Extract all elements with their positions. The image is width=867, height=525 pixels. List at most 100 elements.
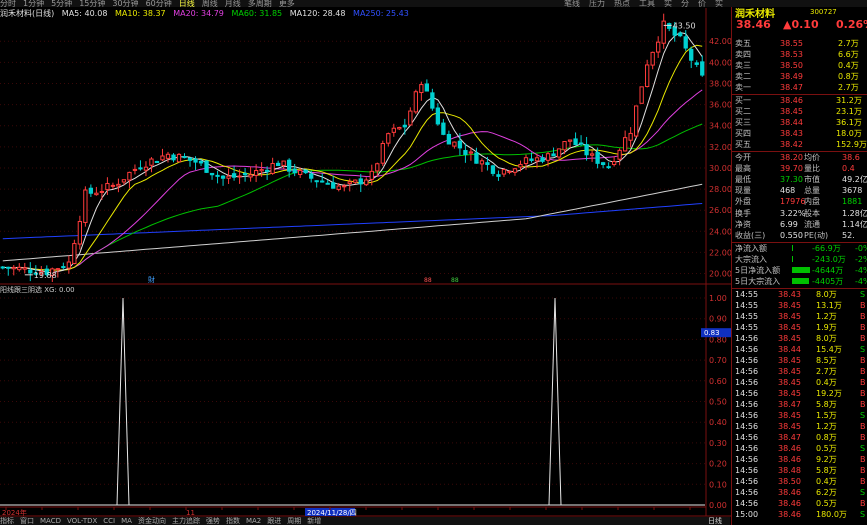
candle-body[interactable]	[110, 184, 116, 187]
candle-body[interactable]	[215, 174, 220, 177]
candle-body[interactable]	[430, 92, 435, 109]
candle-body[interactable]	[474, 152, 479, 164]
candle-body[interactable]	[606, 166, 611, 169]
candle-body[interactable]	[364, 179, 369, 186]
candle-body[interactable]	[479, 160, 485, 165]
candle-body[interactable]	[253, 170, 259, 176]
candle-body[interactable]	[490, 165, 496, 174]
indicator-tab-12[interactable]: 周期	[287, 517, 301, 525]
candle-body[interactable]	[325, 182, 330, 185]
candle-body[interactable]	[584, 144, 589, 156]
candle-body[interactable]	[408, 110, 413, 126]
candle-body[interactable]	[457, 140, 463, 149]
candle-body[interactable]	[529, 158, 534, 161]
candle-body[interactable]	[209, 172, 215, 176]
candle-body[interactable]	[127, 171, 132, 181]
candle-body[interactable]	[298, 170, 303, 175]
candle-body[interactable]	[622, 137, 628, 152]
candle-body[interactable]	[176, 153, 182, 163]
candle-body[interactable]	[303, 169, 308, 174]
candle-body[interactable]	[589, 153, 595, 156]
candle-body[interactable]	[534, 157, 540, 162]
indicator-tab-2[interactable]: MACD	[40, 517, 61, 525]
candle-body[interactable]	[331, 182, 336, 189]
candle-body[interactable]	[397, 126, 402, 130]
candle-body[interactable]	[116, 183, 121, 187]
candle-body[interactable]	[281, 160, 286, 166]
candle-body[interactable]	[17, 266, 22, 271]
candle-body[interactable]	[639, 86, 644, 104]
candle-body[interactable]	[0, 266, 5, 269]
indicator-tab-10[interactable]: MA2	[246, 517, 261, 525]
indicator-tab-1[interactable]: 窗口	[20, 517, 34, 525]
candle-body[interactable]	[105, 183, 110, 191]
candle-body[interactable]	[165, 153, 171, 159]
candle-body[interactable]	[446, 133, 452, 145]
candle-body[interactable]	[645, 64, 650, 87]
candle-body[interactable]	[121, 179, 127, 183]
candle-body[interactable]	[28, 269, 33, 274]
candle-body[interactable]	[562, 141, 567, 151]
candle-body[interactable]	[452, 141, 457, 147]
kline-chart[interactable]: 42.00 40.00 38.00 36.00 34.00 32.00 30.00 28.00…	[0, 0, 731, 525]
candle-body[interactable]	[694, 62, 699, 65]
candle-body[interactable]	[496, 174, 501, 177]
candle-body[interactable]	[72, 243, 77, 264]
candle-body[interactable]	[402, 124, 407, 128]
candle-body[interactable]	[66, 261, 71, 269]
event-marker-3[interactable]: 88	[451, 277, 459, 284]
candle-body[interactable]	[77, 221, 83, 245]
candle-body[interactable]	[375, 163, 380, 172]
indicator-tab-4[interactable]: CCI	[103, 517, 115, 525]
candle-body[interactable]	[523, 157, 529, 165]
candle-body[interactable]	[94, 192, 99, 196]
candle-body[interactable]	[275, 162, 281, 167]
indicator-tab-13[interactable]: 新增	[307, 517, 321, 525]
indicator-tab-0[interactable]: 指标	[0, 517, 14, 525]
candle-body[interactable]	[501, 169, 507, 175]
candle-body[interactable]	[336, 185, 341, 190]
indicator-tab-5[interactable]: MA	[121, 517, 132, 525]
candle-body[interactable]	[187, 157, 193, 161]
indicator-tab-11[interactable]: 跟进	[267, 517, 281, 525]
candle-body[interactable]	[226, 175, 231, 179]
candle-body[interactable]	[237, 175, 242, 178]
candle-body[interactable]	[171, 154, 176, 161]
candle-body[interactable]	[435, 107, 441, 125]
candle-body[interactable]	[512, 168, 518, 173]
candle-body[interactable]	[391, 127, 396, 133]
indicator-tab-6[interactable]: 资金动向	[138, 517, 166, 525]
candle-body[interactable]	[132, 168, 138, 171]
candle-body[interactable]	[220, 175, 226, 179]
candle-body[interactable]	[242, 172, 248, 176]
candle-body[interactable]	[88, 187, 94, 194]
candle-body[interactable]	[413, 91, 418, 113]
candle-body[interactable]	[320, 180, 325, 183]
candle-body[interactable]	[193, 158, 198, 163]
candle-body[interactable]	[595, 151, 600, 164]
candle-body[interactable]	[634, 105, 639, 137]
candle-body[interactable]	[358, 178, 363, 185]
candle-body[interactable]	[380, 143, 385, 164]
candle-body[interactable]	[154, 160, 160, 163]
candle-body[interactable]	[264, 169, 270, 173]
candle-body[interactable]	[567, 139, 573, 142]
candle-body[interactable]	[55, 268, 60, 271]
candle-body[interactable]	[518, 163, 523, 168]
candle-body[interactable]	[551, 153, 556, 157]
candle-body[interactable]	[386, 133, 391, 144]
candle-body[interactable]	[545, 153, 551, 161]
candle-body[interactable]	[424, 83, 430, 92]
candle-body[interactable]	[667, 23, 672, 29]
candle-body[interactable]	[441, 122, 446, 135]
candle-body[interactable]	[231, 173, 237, 178]
candle-body[interactable]	[578, 142, 584, 145]
candle-body[interactable]	[540, 157, 545, 162]
candle-body[interactable]	[611, 161, 617, 165]
candle-body[interactable]	[485, 162, 490, 166]
candle-body[interactable]	[138, 167, 143, 170]
candle-body[interactable]	[617, 149, 622, 160]
candle-body[interactable]	[292, 168, 297, 174]
candle-body[interactable]	[468, 151, 474, 154]
candle-body[interactable]	[11, 266, 16, 270]
